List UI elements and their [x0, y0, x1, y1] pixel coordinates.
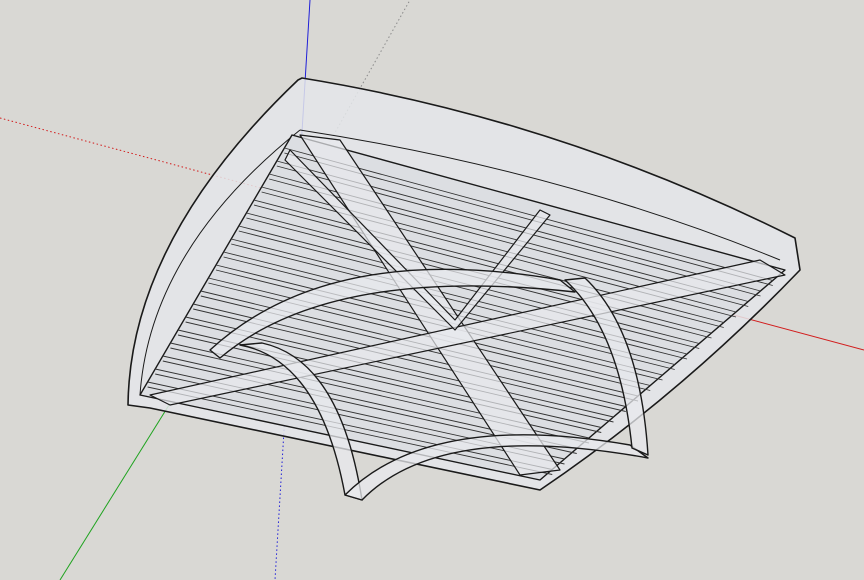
3d-viewport[interactable]	[0, 0, 864, 580]
pergola-model[interactable]	[127, 77, 801, 501]
